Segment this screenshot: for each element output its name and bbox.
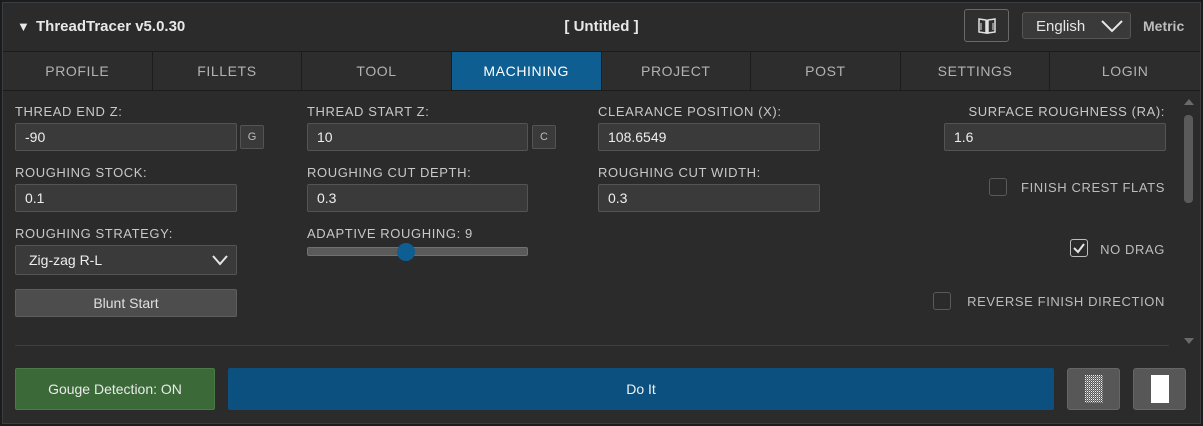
thread-start-z-pick-button[interactable]: C xyxy=(532,125,556,149)
tab-project[interactable]: PROJECT xyxy=(602,52,752,90)
surface-roughness-input[interactable] xyxy=(944,123,1166,151)
tab-machining[interactable]: MACHINING xyxy=(451,52,602,90)
adaptive-roughing-label: ADAPTIVE ROUGHING: 9 xyxy=(307,226,473,241)
portrait-page-icon xyxy=(1150,375,1169,403)
gouge-detection-button[interactable]: Gouge Detection: ON xyxy=(15,368,215,410)
finish-crest-flats-label: FINISH CREST FLATS xyxy=(1021,180,1165,195)
reverse-finish-direction-checkbox[interactable] xyxy=(933,292,951,310)
roughing-strategy-select[interactable]: Zig-zag R-L xyxy=(15,245,237,275)
roughing-cut-depth-input[interactable] xyxy=(307,184,528,212)
roughing-stock-label: ROUGHING STOCK: xyxy=(15,165,148,180)
roughing-strategy-label: ROUGHING STRATEGY: xyxy=(15,226,173,241)
help-book-button[interactable] xyxy=(964,9,1009,42)
adaptive-roughing-slider-handle[interactable] xyxy=(397,243,416,261)
thread-end-z-label: THREAD END Z: xyxy=(15,104,123,119)
app-window: ▼ ThreadTracer v5.0.30 [ Untitled ] Engl… xyxy=(2,2,1201,424)
portrait-page-button[interactable] xyxy=(1133,368,1186,410)
thread-start-z-input[interactable] xyxy=(307,123,528,151)
roughing-cut-width-label: ROUGHING CUT WIDTH: xyxy=(598,165,761,180)
app-title: ThreadTracer v5.0.30 xyxy=(36,18,186,35)
tab-settings[interactable]: SETTINGS xyxy=(901,52,1051,90)
scroll-down-icon[interactable] xyxy=(1183,337,1195,345)
clearance-position-label: CLEARANCE POSITION (X): xyxy=(598,104,782,119)
title-bar: ▼ ThreadTracer v5.0.30 [ Untitled ] Engl… xyxy=(3,3,1200,52)
scroll-up-icon[interactable] xyxy=(1183,98,1195,106)
language-select[interactable]: English xyxy=(1022,12,1131,39)
thread-end-z-pick-button[interactable]: G xyxy=(240,125,264,149)
tab-bar: PROFILE FILLETS TOOL MACHINING PROJECT P… xyxy=(3,52,1200,91)
adaptive-roughing-slider[interactable] xyxy=(307,247,528,256)
no-drag-label: NO DRAG xyxy=(1100,242,1165,257)
scrollbar-thumb[interactable] xyxy=(1184,115,1193,203)
thread-end-z-input[interactable] xyxy=(15,123,237,151)
roughing-strategy-value: Zig-zag R-L xyxy=(29,252,103,268)
checkmark-icon xyxy=(1073,243,1085,254)
roughing-cut-width-input[interactable] xyxy=(598,184,820,212)
divider xyxy=(15,345,1169,346)
tab-post[interactable]: POST xyxy=(751,52,901,90)
roughing-cut-depth-label: ROUGHING CUT DEPTH: xyxy=(307,165,472,180)
pattern-button[interactable] xyxy=(1067,368,1120,410)
language-value: English xyxy=(1036,18,1086,35)
units-label[interactable]: Metric xyxy=(1143,18,1184,34)
tab-login[interactable]: LOGIN xyxy=(1050,52,1200,90)
tab-tool[interactable]: TOOL xyxy=(302,52,452,90)
chevron-down-icon xyxy=(1101,20,1123,33)
book-icon xyxy=(977,17,996,34)
finish-crest-flats-checkbox[interactable] xyxy=(989,178,1007,196)
tab-fillets[interactable]: FILLETS xyxy=(153,52,303,90)
collapse-arrow-icon[interactable]: ▼ xyxy=(17,19,30,34)
tab-profile[interactable]: PROFILE xyxy=(3,52,153,90)
surface-roughness-label: SURFACE ROUGHNESS (RA): xyxy=(968,104,1165,119)
reverse-finish-direction-label: REVERSE FINISH DIRECTION xyxy=(967,294,1165,309)
chevron-down-icon xyxy=(212,255,228,266)
thread-start-z-label: THREAD START Z: xyxy=(307,104,430,119)
pattern-icon xyxy=(1084,375,1103,403)
blunt-start-button[interactable]: Blunt Start xyxy=(15,289,237,317)
no-drag-checkbox[interactable] xyxy=(1070,239,1088,257)
clearance-position-input[interactable] xyxy=(598,123,820,151)
roughing-stock-input[interactable] xyxy=(15,184,237,212)
do-it-button[interactable]: Do It xyxy=(228,368,1054,410)
